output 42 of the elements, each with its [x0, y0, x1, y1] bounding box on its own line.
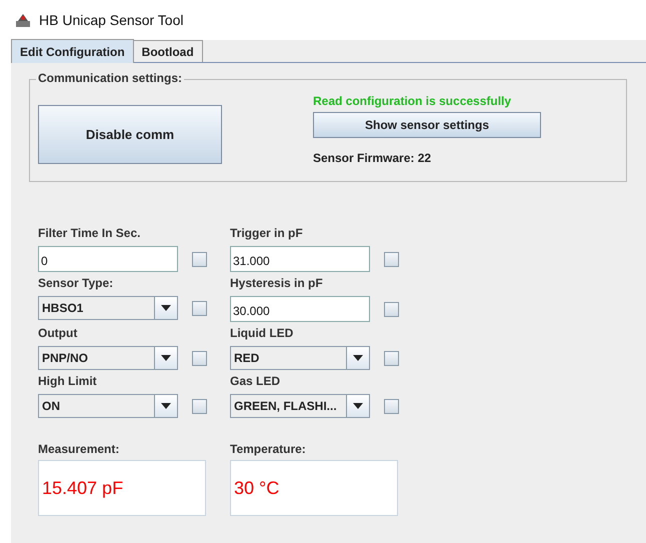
tab[interactable]: Bootload — [132, 40, 203, 62]
checkbox[interactable] — [192, 300, 207, 316]
dropdown[interactable]: RED — [230, 346, 370, 370]
field-label: Filter Time In Sec. — [38, 226, 142, 240]
reading-label: Measurement: — [38, 442, 120, 456]
firmware-label: Sensor Firmware: 22 — [313, 151, 432, 165]
dropdown[interactable]: ON — [38, 394, 178, 418]
checkbox[interactable] — [384, 302, 399, 316]
app-icon — [15, 12, 31, 28]
field-label: High Limit — [38, 374, 98, 388]
field-label: Hysteresis in pF — [230, 276, 324, 290]
show-settings-button[interactable]: Show sensor settings — [313, 112, 541, 138]
tab[interactable]: Edit Configuration — [11, 39, 134, 63]
caret-icon — [353, 355, 363, 361]
disable-comm-button[interactable]: Disable comm — [38, 105, 222, 164]
input-field[interactable]: 0 — [38, 246, 178, 272]
reading-label: Temperature: — [230, 442, 307, 456]
field-label: Trigger in pF — [230, 226, 304, 240]
checkbox[interactable] — [192, 350, 207, 366]
caret-icon — [161, 403, 171, 409]
field-label: Liquid LED — [230, 326, 294, 340]
reading-display: 30 °C — [230, 460, 398, 516]
input-field[interactable]: 30.000 — [230, 296, 370, 322]
checkbox[interactable] — [192, 252, 207, 266]
checkbox[interactable] — [384, 252, 399, 266]
caret-icon — [353, 403, 363, 409]
checkbox[interactable] — [192, 398, 207, 414]
dropdown[interactable]: GREEN, FLASHI... — [230, 394, 370, 418]
group-title: Communication settings: — [36, 71, 184, 85]
caret-icon — [161, 355, 171, 361]
input-field[interactable]: 31.000 — [230, 246, 370, 272]
dropdown[interactable]: PNP/NO — [38, 346, 178, 370]
checkbox[interactable] — [384, 350, 399, 366]
dropdown[interactable]: HBSO1 — [38, 296, 178, 320]
reading-display: 15.407 pF — [38, 460, 206, 516]
window-title: HB Unicap Sensor Tool — [39, 12, 184, 28]
field-label: Gas LED — [230, 374, 282, 388]
status-message: Read configuration is successfully — [313, 94, 512, 110]
field-label: Sensor Type: — [38, 276, 114, 290]
caret-icon — [161, 305, 171, 311]
checkbox[interactable] — [384, 398, 399, 414]
field-label: Output — [38, 326, 78, 340]
